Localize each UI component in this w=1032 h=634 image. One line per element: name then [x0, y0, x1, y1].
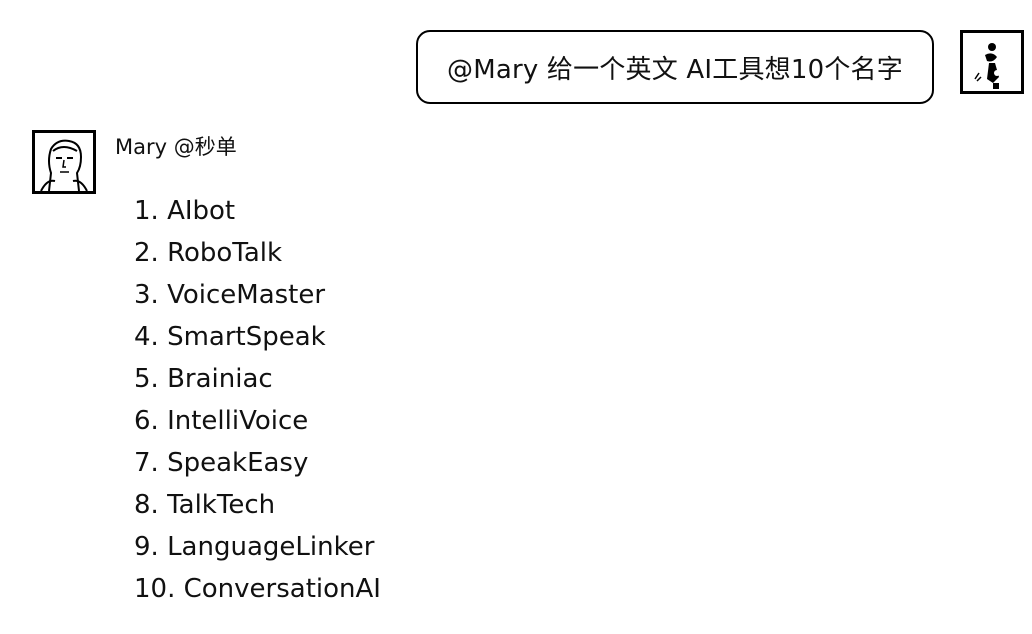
list-item: 2. RoboTalk — [134, 238, 283, 268]
list-item: 7. SpeakEasy — [134, 448, 309, 478]
outgoing-message-bubble[interactable]: @Mary 给一个英文 AI工具想10个名字 — [416, 30, 934, 104]
outgoing-message-text: @Mary 给一个英文 AI工具想10个名字 — [447, 54, 903, 85]
list-item: 3. VoiceMaster — [134, 280, 326, 310]
reply-message-list: 1. AIbot 2. RoboTalk 3. VoiceMaster 4. S… — [134, 190, 381, 610]
list-item: 4. SmartSpeak — [134, 322, 326, 352]
mary-avatar-graphic — [40, 139, 88, 191]
list-item: 8. TalkTech — [134, 490, 276, 520]
list-item: 6. IntelliVoice — [134, 406, 309, 436]
user-avatar-graphic — [974, 43, 1000, 89]
sender-name: Mary @秒单 — [115, 135, 237, 159]
list-item: 9. LanguageLinker — [134, 532, 375, 562]
mary-avatar-icon[interactable] — [32, 130, 96, 194]
list-item: 10. ConversationAI — [134, 574, 381, 604]
list-item: 1. AIbot — [134, 196, 236, 226]
user-avatar-icon[interactable] — [960, 30, 1024, 94]
list-item: 5. Brainiac — [134, 364, 273, 394]
